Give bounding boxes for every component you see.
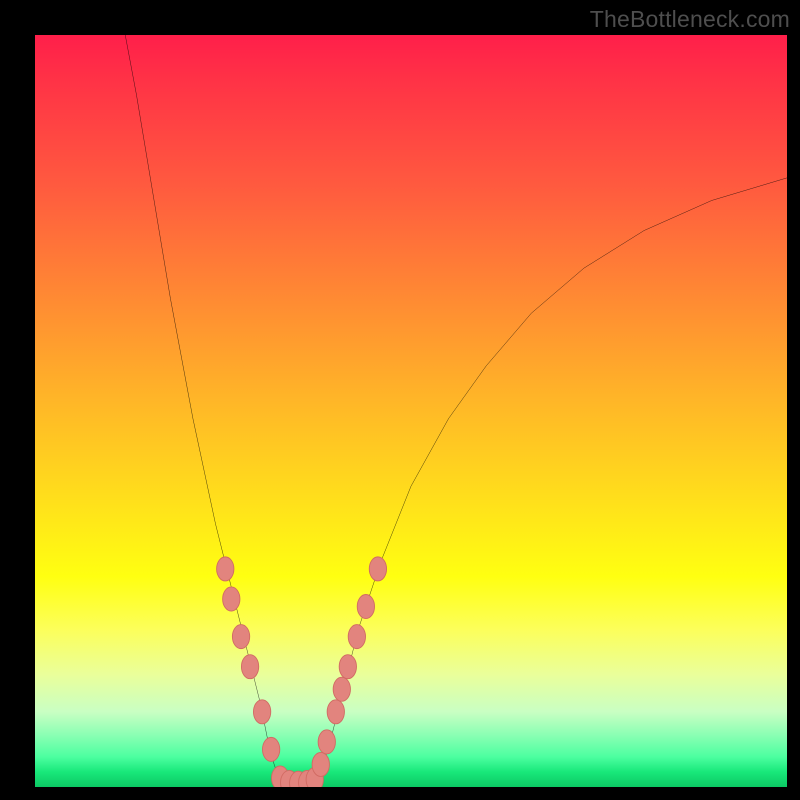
marker-point <box>232 625 249 649</box>
curve-right-branch <box>317 178 787 780</box>
marker-point <box>262 737 279 761</box>
marker-point <box>318 730 335 754</box>
watermark-text: TheBottleneck.com <box>590 6 790 33</box>
marker-point <box>217 557 234 581</box>
chart-frame: TheBottleneck.com <box>0 0 800 800</box>
plot-area <box>35 35 787 787</box>
marker-point <box>369 557 386 581</box>
marker-point <box>223 587 240 611</box>
marker-point <box>348 625 365 649</box>
marker-point <box>312 752 329 776</box>
marker-point <box>357 594 374 618</box>
marker-point <box>327 700 344 724</box>
marker-point <box>253 700 270 724</box>
series-group <box>125 35 787 784</box>
marker-point <box>241 655 258 679</box>
markers-group <box>217 557 387 787</box>
marker-point <box>333 677 350 701</box>
curve-svg <box>35 35 787 787</box>
marker-point <box>339 655 356 679</box>
